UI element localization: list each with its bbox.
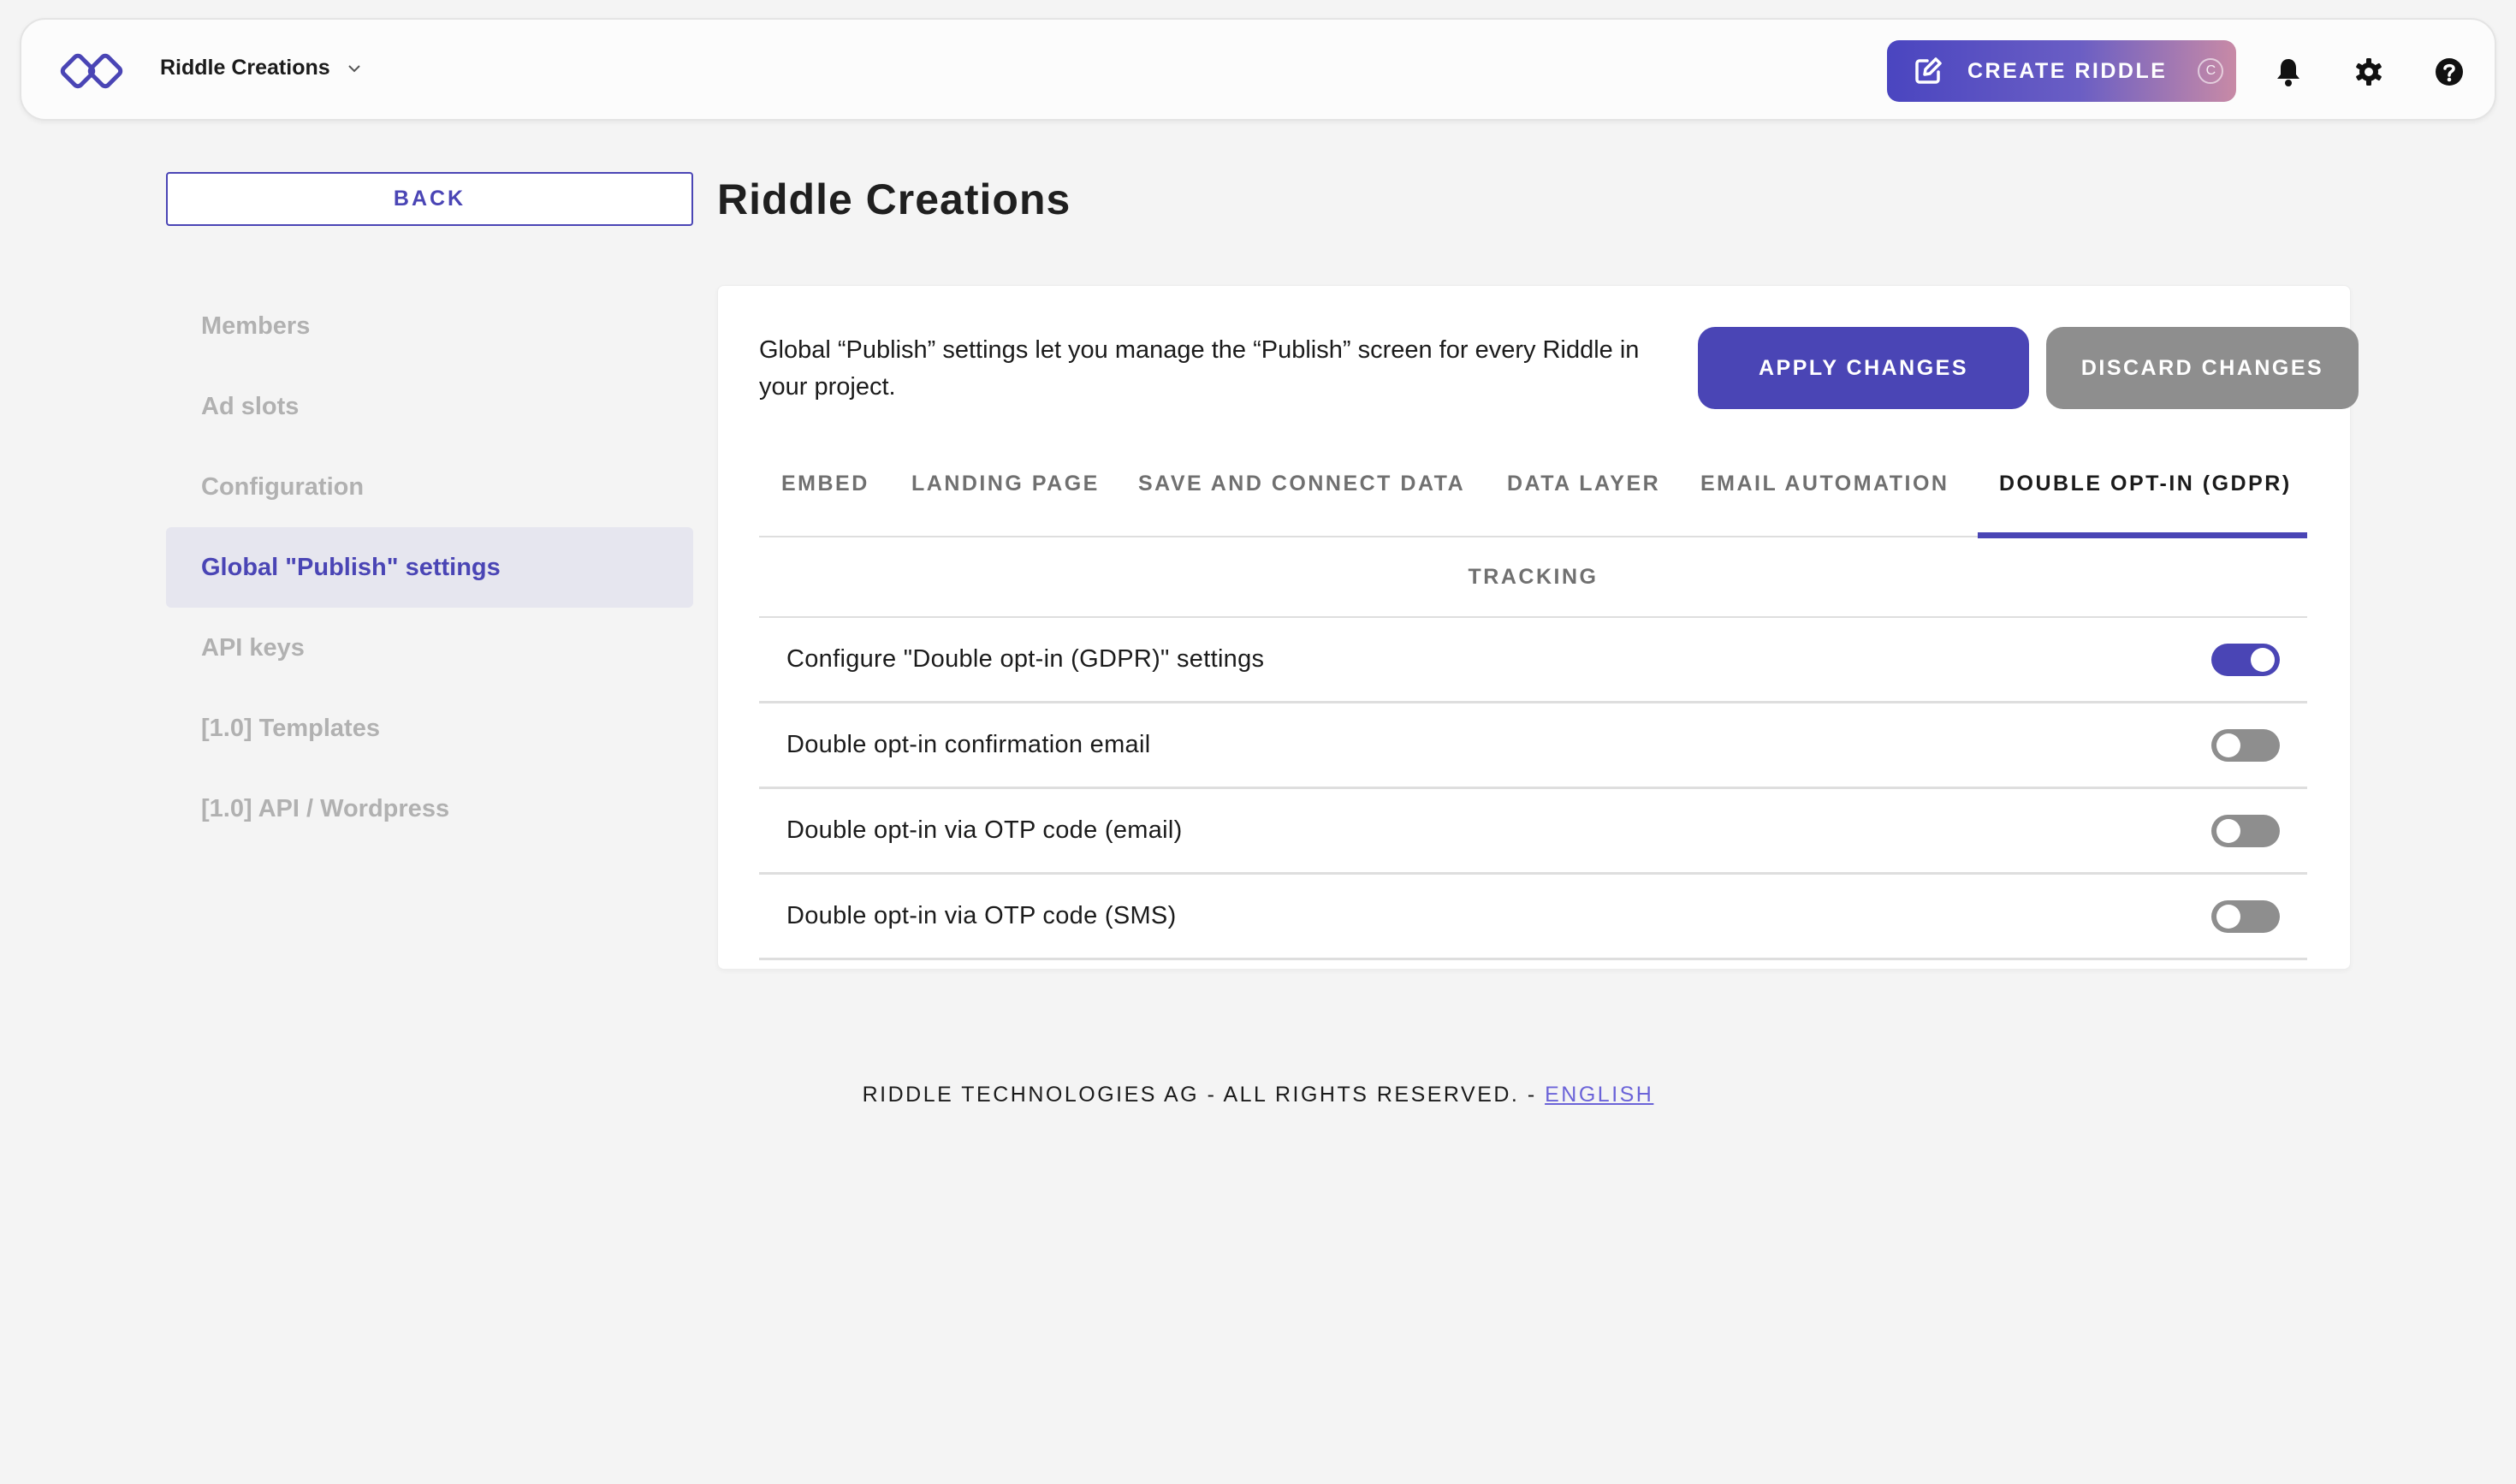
bell-icon[interactable] xyxy=(2272,56,2305,88)
otp-sms-toggle[interactable] xyxy=(2211,899,2280,933)
edit-icon xyxy=(1915,57,1942,84)
tab-tracking[interactable]: TRACKING xyxy=(759,537,2307,618)
sidebar-item-members[interactable]: Members xyxy=(166,286,693,366)
publish-settings-card: Global “Publish” settings let you manage… xyxy=(717,285,2359,970)
option-row-otp-sms: Double opt-in via OTP code (SMS) xyxy=(759,875,2307,960)
gear-icon[interactable] xyxy=(2353,56,2385,88)
tab-email-automation[interactable]: EMAIL AUTOMATION xyxy=(1700,440,1949,537)
sidebar-item-templates[interactable]: [1.0] Templates xyxy=(166,688,693,769)
back-button[interactable]: BACK xyxy=(166,172,693,226)
sidebar-item-ad-slots[interactable]: Ad slots xyxy=(166,366,693,447)
tab-double-opt-in-gdpr[interactable]: DOUBLE OPT-IN (GDPR) xyxy=(1999,440,2292,537)
create-riddle-label: CREATE RIDDLE xyxy=(1967,58,2168,83)
option-label: Double opt-in via OTP code (SMS) xyxy=(786,902,1177,929)
page-title: Riddle Creations xyxy=(717,175,1071,223)
option-label: Double opt-in confirmation email xyxy=(786,731,1151,758)
tab-embed[interactable]: EMBED xyxy=(781,440,869,537)
toggle-knob xyxy=(2216,733,2240,757)
logo-icon[interactable] xyxy=(59,44,133,97)
configure-double-opt-in-toggle[interactable] xyxy=(2211,643,2280,676)
tab-data-layer[interactable]: DATA LAYER xyxy=(1507,440,1660,537)
copyright-text: RIDDLE TECHNOLOGIES AG - ALL RIGHTS RESE… xyxy=(862,1083,1546,1107)
sidebar-item-global-publish-settings[interactable]: Global "Publish" settings xyxy=(166,527,693,608)
workspace-switcher[interactable]: Riddle Creations xyxy=(160,56,363,80)
settings-description: Global “Publish” settings let you manage… xyxy=(759,336,1640,401)
option-label: Double opt-in via OTP code (email) xyxy=(786,816,1183,844)
tab-save-and-connect-data[interactable]: SAVE AND CONNECT DATA xyxy=(1138,440,1465,537)
language-link[interactable]: ENGLISH xyxy=(1545,1083,1653,1107)
create-riddle-button[interactable]: CREATE RIDDLE C xyxy=(1887,40,2236,102)
discard-changes-button[interactable]: DISCARD CHANGES xyxy=(2046,327,2359,409)
toggle-knob xyxy=(2216,904,2240,929)
tab-landing-page[interactable]: LANDING PAGE xyxy=(911,440,1100,537)
option-row-configure-double-opt-in: Configure "Double opt-in (GDPR)" setting… xyxy=(759,618,2307,703)
toggle-knob xyxy=(2216,818,2240,843)
apply-changes-button[interactable]: APPLY CHANGES xyxy=(1698,327,2029,409)
shortcut-badge: C xyxy=(2198,58,2224,84)
option-row-confirmation-email: Double opt-in confirmation email xyxy=(759,703,2307,789)
otp-email-toggle[interactable] xyxy=(2211,814,2280,847)
footer: RIDDLE TECHNOLOGIES AG - ALL RIGHTS RESE… xyxy=(0,1083,2516,1107)
sidebar-nav: Members Ad slots Configuration Global "P… xyxy=(166,286,693,849)
top-bar: Riddle Creations CREATE RIDDLE C xyxy=(20,18,2496,121)
toggle-knob xyxy=(2251,647,2275,672)
workspace-name: Riddle Creations xyxy=(160,56,330,80)
option-label: Configure "Double opt-in (GDPR)" setting… xyxy=(786,645,1265,673)
help-icon[interactable] xyxy=(2433,56,2466,88)
sidebar-item-configuration[interactable]: Configuration xyxy=(166,447,693,527)
sidebar-item-api-keys[interactable]: API keys xyxy=(166,608,693,688)
confirmation-email-toggle[interactable] xyxy=(2211,728,2280,762)
sidebar-item-api-wordpress[interactable]: [1.0] API / Wordpress xyxy=(166,769,693,849)
option-row-otp-email: Double opt-in via OTP code (email) xyxy=(759,789,2307,875)
settings-tabs: EMBED LANDING PAGE SAVE AND CONNECT DATA… xyxy=(759,440,2307,538)
chevron-down-icon xyxy=(347,64,360,72)
